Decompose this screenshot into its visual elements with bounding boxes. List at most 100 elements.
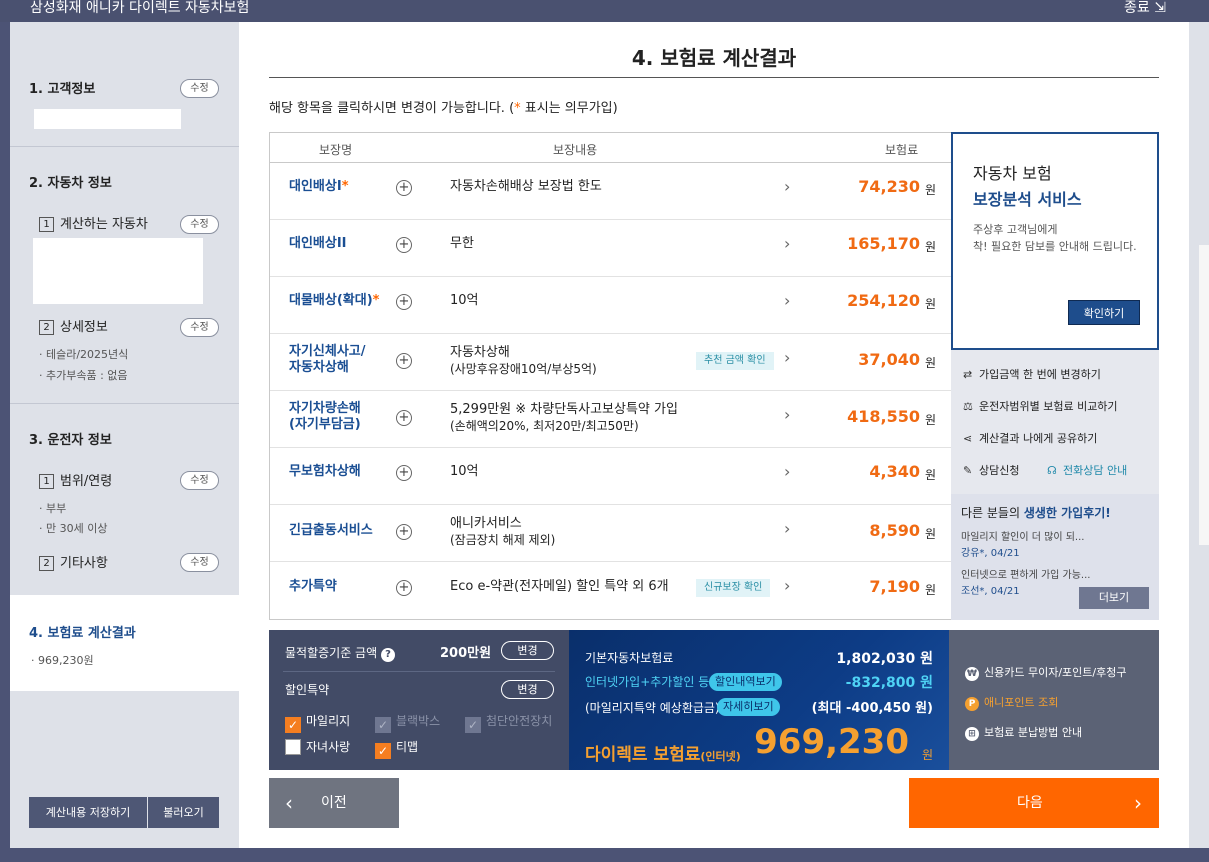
coverage-name-text: 대물배상(확대) (289, 293, 373, 308)
point-label: 애니포인트 조회 (984, 696, 1059, 709)
child-love-checkbox[interactable]: 자녀사랑 (285, 738, 350, 755)
coverage-content-line2: (사망후유장애10억/부상5억) (450, 362, 597, 376)
promo-desc-line2: 착! 필요한 담보를 안내해 드립니다. (973, 240, 1137, 253)
confirm-button[interactable]: 확인하기 (1068, 300, 1140, 325)
coverage-content: 10억 (450, 293, 479, 308)
coverage-row[interactable]: 대인배상II + 무한 › 165,170 원 (270, 220, 952, 277)
coverage-name: 추가특약 (289, 579, 337, 594)
property-change-button[interactable]: 변경 (501, 641, 554, 660)
next-button[interactable]: 다음 › (909, 778, 1159, 828)
change-all-link[interactable]: ⇄ 가입금액 한 번에 변경하기 (963, 366, 1101, 382)
card-link[interactable]: ₩ 신용카드 무이자/포인트/후청구 (965, 664, 1126, 681)
expand-plus-icon[interactable]: + (396, 465, 412, 481)
discount-detail-button[interactable]: 할인내역보기 (709, 673, 782, 691)
save-calc-button[interactable]: 계산내용 저장하기 (29, 797, 147, 828)
title-divider (269, 77, 1159, 78)
expand-plus-icon[interactable]: + (396, 294, 412, 310)
step3-sub2[interactable]: 2 기타사항 (39, 552, 108, 571)
expand-plus-icon[interactable]: + (396, 180, 412, 196)
property-label: 물적할증기준 금액 ? (285, 644, 395, 662)
step2-sub2-label: 상세정보 (60, 320, 108, 335)
point-link[interactable]: P 애니포인트 조회 (965, 694, 1058, 711)
chevron-right-icon[interactable]: › (784, 519, 790, 538)
expand-plus-icon[interactable]: + (396, 524, 412, 540)
promo-line1: 자동차 보험 (973, 164, 1052, 183)
more-button[interactable]: 더보기 (1079, 587, 1149, 609)
num-badge: 2 (39, 556, 54, 571)
premium-summary-panel: 기본자동차보험료 1,802,030 원 인터넷가입+추가할인 등 할인내역보기… (569, 630, 949, 770)
step2-title[interactable]: 2. 자동차 정보 (29, 172, 112, 191)
expand-plus-icon[interactable]: + (396, 410, 412, 426)
installment-link[interactable]: ⊞ 보험료 분납방법 안내 (965, 724, 1082, 741)
chevron-right-icon[interactable]: › (784, 291, 790, 310)
coverage-content-line2: (손해액의20%, 최저20만/최고50만) (450, 419, 639, 433)
new-coverage-tag[interactable]: 신규보장 확인 (696, 579, 771, 597)
coverage-content-line1: 5,299만원 ※ 차량단독사고보상특약 가입 (450, 402, 678, 417)
review-author: 강유*, 04/21 (961, 548, 1020, 559)
driver-bullet: · 만 30세 이상 (39, 522, 108, 535)
coverage-row[interactable]: 대물배상(확대)* + 10억 › 254,120 원 (270, 277, 952, 334)
review-item[interactable]: 인터넷으로 편하게 가입 가능... (961, 566, 1090, 581)
coverage-name: 대인배상I* (289, 179, 349, 195)
step2-sub1[interactable]: 1 계산하는 자동차 (39, 213, 148, 232)
shuffle-icon: ⇄ (963, 368, 973, 381)
phone-label: 전화상담 안내 (1063, 464, 1128, 477)
coverage-row[interactable]: 자기신체사고/자동차상해 + 자동차상해 (사망후유장애10억/부상5억) 추천 … (270, 334, 952, 391)
expand-plus-icon[interactable]: + (396, 580, 412, 596)
check-icon: ✓ (285, 717, 301, 733)
chevron-right-icon[interactable]: › (784, 405, 790, 424)
step2-sub2-edit-button[interactable]: 수정 (180, 318, 219, 337)
coverage-row[interactable]: 무보험차상해 + 10억 › 4,340 원 (270, 448, 952, 505)
recommend-amount-tag[interactable]: 추천 금액 확인 (696, 352, 774, 370)
phone-consult-link[interactable]: ☊ 전화상담 안내 (1047, 462, 1127, 478)
chevron-right-icon[interactable]: › (784, 576, 790, 595)
scale-icon: ⚖ (963, 400, 973, 413)
expand-plus-icon[interactable]: + (396, 237, 412, 253)
step-sidebar: 1. 고객정보 수정 2. 자동차 정보 1 계산하는 자동차 수정 2 상세정보 … (10, 22, 239, 848)
load-button[interactable]: 불러오기 (148, 797, 219, 828)
refund-detail-button[interactable]: 자세히보기 (717, 698, 780, 716)
consult-link[interactable]: ✎ 상담신청 (963, 462, 1019, 478)
mileage-checkbox[interactable]: ✓ 마일리지 (285, 712, 350, 733)
help-icon[interactable]: ? (380, 648, 395, 662)
discount-change-button[interactable]: 변경 (501, 680, 554, 699)
step1-title[interactable]: 1. 고객정보 (29, 78, 95, 97)
headset-icon: ☊ (1047, 464, 1057, 477)
chevron-right-icon[interactable]: › (784, 462, 790, 481)
coverage-row[interactable]: 추가특약 + Eco e-약관(전자메일) 할인 특약 외 6개 신규보장 확인… (270, 562, 952, 619)
coverage-row[interactable]: 긴급출동서비스 + 애니카서비스 (잠금장치 해제 제외) › 8,590 원 (270, 505, 952, 562)
promo-desc-line1: 주상후 고객님에게 (973, 223, 1058, 236)
installment-label: 보험료 분납방법 안내 (984, 726, 1083, 739)
coverage-row[interactable]: 대인배상I* + 자동차손해배상 보장법 한도 › 74,230 원 (270, 163, 952, 220)
share-link[interactable]: ⋖ 계산결과 나에게 공유하기 (963, 430, 1097, 446)
coverage-content: 10억 (450, 464, 479, 479)
discount-panel: 물적할증기준 금액 ? 200만원 변경 할인특약 변경 ✓ 마일리지 ✓ 블랙박스… (269, 630, 569, 770)
chevron-right-icon[interactable]: › (784, 177, 790, 196)
chevron-right-icon: › (1134, 791, 1142, 815)
prev-button[interactable]: ‹ 이전 (269, 778, 399, 828)
chevron-right-icon[interactable]: › (784, 348, 790, 367)
step1-edit-button[interactable]: 수정 (180, 79, 219, 98)
car-detail-bullet: · 추가부속품 : 없음 (39, 369, 128, 382)
prev-label: 이전 (321, 795, 347, 811)
step2-sub2[interactable]: 2 상세정보 (39, 316, 108, 335)
step3-title[interactable]: 3. 운전자 정보 (29, 429, 112, 448)
next-label: 다음 (1017, 795, 1043, 811)
won-unit: 원 (924, 413, 936, 427)
review-item[interactable]: 마일리지 할인이 더 많이 되... (961, 528, 1084, 543)
expand-plus-icon[interactable]: + (396, 353, 412, 369)
change-all-label: 가입금액 한 번에 변경하기 (979, 368, 1101, 381)
refund-label: (마일리지특약 예상환급금) (585, 701, 720, 715)
review-heading-prefix: 다른 분들의 (961, 506, 1024, 520)
step3-sub2-edit-button[interactable]: 수정 (180, 553, 219, 572)
coverage-name-line1: 자기신체사고/ (289, 344, 366, 359)
step2-sub1-edit-button[interactable]: 수정 (180, 215, 219, 234)
coverage-row[interactable]: 자기차량손해 (자기부담금) + 5,299만원 ※ 차량단독사고보상특약 가입 (… (270, 391, 952, 448)
compare-link[interactable]: ⚖ 운전자범위별 보험료 비교하기 (963, 398, 1118, 414)
step3-sub1-edit-button[interactable]: 수정 (180, 471, 219, 490)
chevron-right-icon[interactable]: › (784, 234, 790, 253)
exit-button[interactable]: 종료 ⇲ (1124, 0, 1166, 17)
coverage-content: Eco e-약관(전자메일) 할인 특약 외 6개 (450, 579, 669, 594)
step3-sub1[interactable]: 1 범위/연령 (39, 470, 112, 489)
tmap-checkbox[interactable]: ✓ 티맵 (375, 738, 418, 759)
